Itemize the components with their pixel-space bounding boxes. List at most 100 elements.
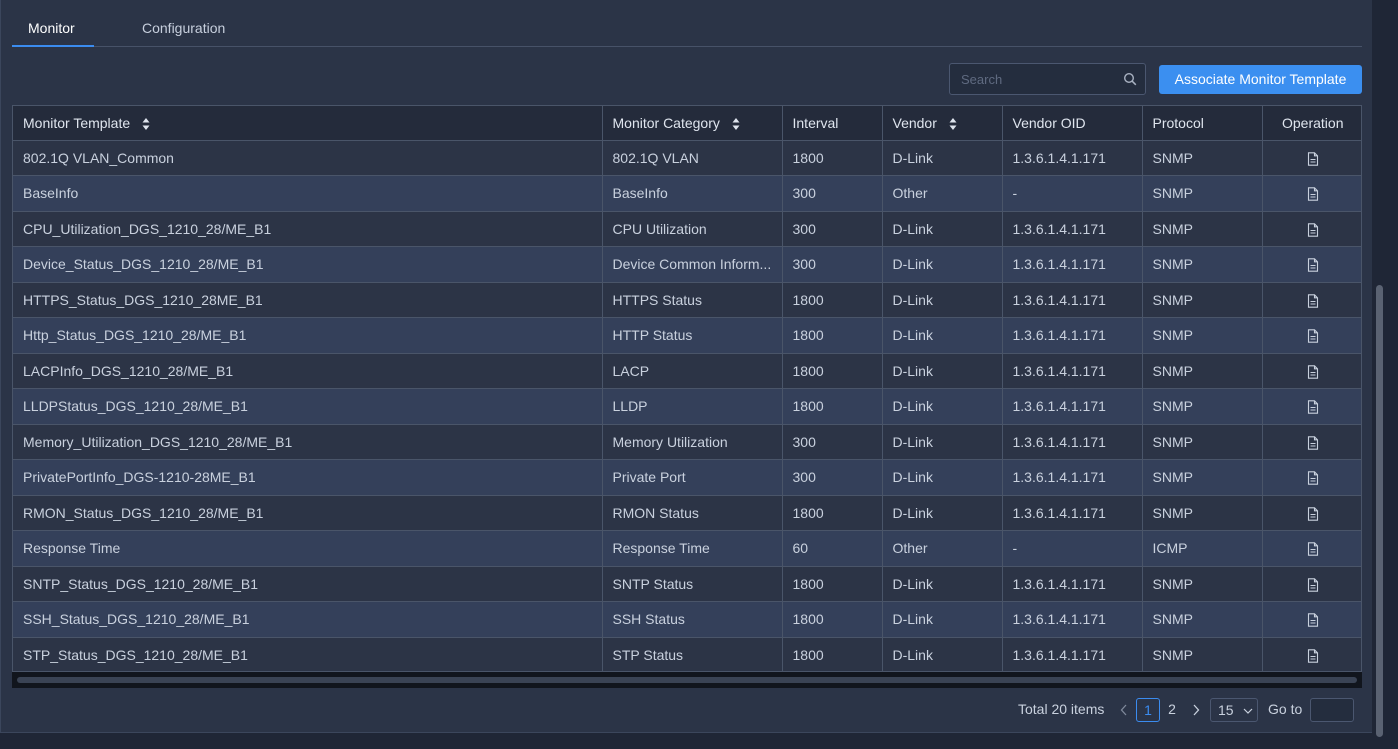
document-icon[interactable] (1307, 152, 1319, 166)
sort-icon[interactable] (732, 117, 740, 131)
document-icon[interactable] (1307, 471, 1319, 486)
monitor-category-cell: STP Status (602, 637, 783, 671)
vendor-cell: D-Link (882, 637, 1003, 671)
page-button-2[interactable]: 2 (1160, 698, 1184, 722)
vendor-oid-cell: 1.3.6.1.4.1.171 (1002, 246, 1143, 283)
protocol-cell: SNMP (1142, 175, 1263, 212)
tab-configuration[interactable]: Configuration (142, 0, 225, 47)
protocol-cell: SNMP (1142, 282, 1263, 318)
monitor-template-cell: STP_Status_DGS_1210_28/ME_B1 (13, 637, 603, 671)
operation-cell (1262, 495, 1361, 531)
chevron-down-icon (1243, 708, 1253, 714)
table-row: HTTPS_Status_DGS_1210_28ME_B1 HTTPS Statu… (13, 282, 1361, 318)
vendor-cell: D-Link (882, 211, 1003, 247)
document-icon[interactable] (1307, 578, 1319, 592)
column-header-label: Monitor Template (23, 114, 131, 131)
document-icon[interactable] (1307, 365, 1319, 379)
chevron-left-icon[interactable] (1118, 701, 1130, 719)
vendor-cell: D-Link (882, 317, 1003, 354)
interval-cell: 1800 (782, 637, 883, 671)
operation-cell (1262, 317, 1361, 354)
monitor-category-cell: Memory Utilization (602, 424, 783, 460)
vendor-oid-cell: 1.3.6.1.4.1.171 (1002, 566, 1143, 602)
sort-icon[interactable] (949, 117, 957, 131)
search-box (949, 63, 1146, 95)
document-icon[interactable] (1307, 436, 1319, 450)
interval-cell: 300 (782, 211, 883, 247)
document-icon[interactable] (1307, 329, 1319, 344)
interval-cell: 1800 (782, 353, 883, 389)
monitor-template-cell: Response Time (13, 530, 603, 567)
monitor-category-cell: Response Time (602, 530, 783, 567)
tab-monitor[interactable]: Monitor (28, 0, 75, 47)
interval-cell: 300 (782, 246, 883, 283)
monitor-template-cell: Device_Status_DGS_1210_28/ME_B1 (13, 246, 603, 283)
search-icon[interactable] (1123, 72, 1137, 86)
active-tab-indicator (12, 45, 94, 47)
vendor-cell: D-Link (882, 353, 1003, 389)
document-icon[interactable] (1307, 400, 1319, 415)
interval-cell: 300 (782, 175, 883, 212)
column-header-monitor-category[interactable]: Monitor Category (602, 106, 783, 141)
horizontal-scrollbar-thumb[interactable] (17, 677, 1357, 683)
document-icon[interactable] (1307, 649, 1319, 663)
vendor-cell: D-Link (882, 601, 1003, 638)
vendor-cell: D-Link (882, 388, 1003, 425)
chevron-right-icon[interactable] (1190, 701, 1202, 719)
operation-cell (1262, 637, 1361, 671)
associate-monitor-template-button[interactable]: Associate Monitor Template (1159, 65, 1362, 94)
monitor-template-cell: Http_Status_DGS_1210_28/ME_B1 (13, 317, 603, 354)
interval-cell: 60 (782, 530, 883, 567)
vendor-cell: D-Link (882, 566, 1003, 602)
document-icon[interactable] (1307, 294, 1319, 308)
protocol-cell: SNMP (1142, 495, 1263, 531)
table-row: LACPInfo_DGS_1210_28/ME_B1 LACP 1800 D-Link… (13, 353, 1361, 389)
protocol-cell: SNMP (1142, 459, 1263, 496)
vendor-oid-cell: - (1002, 175, 1143, 212)
page-size-select[interactable]: 15 (1210, 698, 1258, 722)
goto-page-input[interactable] (1310, 698, 1354, 722)
document-icon[interactable] (1307, 223, 1319, 237)
protocol-cell: SNMP (1142, 424, 1263, 460)
tab-monitor-label: Monitor (28, 20, 75, 36)
vendor-oid-cell: 1.3.6.1.4.1.171 (1002, 353, 1143, 389)
tab-bar: Monitor Configuration (12, 0, 1362, 47)
vendor-oid-cell: 1.3.6.1.4.1.171 (1002, 601, 1143, 638)
table-row: Http_Status_DGS_1210_28/ME_B1 HTTP Status… (13, 317, 1361, 354)
interval-cell: 1800 (782, 601, 883, 638)
table-row: BaseInfo BaseInfo 300 Other - SNMP (13, 175, 1361, 212)
document-icon[interactable] (1307, 613, 1319, 628)
protocol-cell: SNMP (1142, 317, 1263, 354)
monitor-template-cell: RMON_Status_DGS_1210_28/ME_B1 (13, 495, 603, 531)
protocol-cell: SNMP (1142, 601, 1263, 638)
monitor-template-cell: SNTP_Status_DGS_1210_28/ME_B1 (13, 566, 603, 602)
monitor-template-cell: PrivatePortInfo_DGS-1210-28ME_B1 (13, 459, 603, 496)
vendor-oid-cell: - (1002, 530, 1143, 567)
sort-icon[interactable] (142, 117, 150, 131)
document-icon[interactable] (1307, 507, 1319, 521)
horizontal-scrollbar[interactable] (12, 672, 1362, 688)
document-icon[interactable] (1307, 258, 1319, 273)
vendor-oid-cell: 1.3.6.1.4.1.171 (1002, 424, 1143, 460)
monitor-template-cell: BaseInfo (13, 175, 603, 212)
column-header-interval: Interval (782, 106, 883, 141)
operation-cell (1262, 388, 1361, 425)
monitor-template-table: Monitor Template Monitor Category Interv… (12, 105, 1362, 672)
operation-cell (1262, 601, 1361, 638)
vendor-cell: D-Link (882, 424, 1003, 460)
table-row: Memory_Utilization_DGS_1210_28/ME_B1 Memo… (13, 424, 1361, 460)
document-icon[interactable] (1307, 542, 1319, 557)
document-icon[interactable] (1307, 187, 1319, 202)
vertical-scrollbar[interactable] (1376, 285, 1383, 737)
page-size-value: 15 (1218, 702, 1234, 718)
column-header-label: Monitor Category (612, 114, 720, 131)
operation-cell (1262, 140, 1361, 176)
vendor-oid-cell: 1.3.6.1.4.1.171 (1002, 637, 1143, 671)
column-header-label: Vendor OID (1012, 114, 1086, 131)
column-header-monitor-template[interactable]: Monitor Template (13, 106, 603, 141)
page-button-1[interactable]: 1 (1136, 698, 1160, 722)
table-row: RMON_Status_DGS_1210_28/ME_B1 RMON Status… (13, 495, 1361, 531)
table-row: Device_Status_DGS_1210_28/ME_B1 Device Co… (13, 246, 1361, 283)
search-input[interactable] (950, 64, 1115, 94)
column-header-vendor[interactable]: Vendor (882, 106, 1003, 141)
